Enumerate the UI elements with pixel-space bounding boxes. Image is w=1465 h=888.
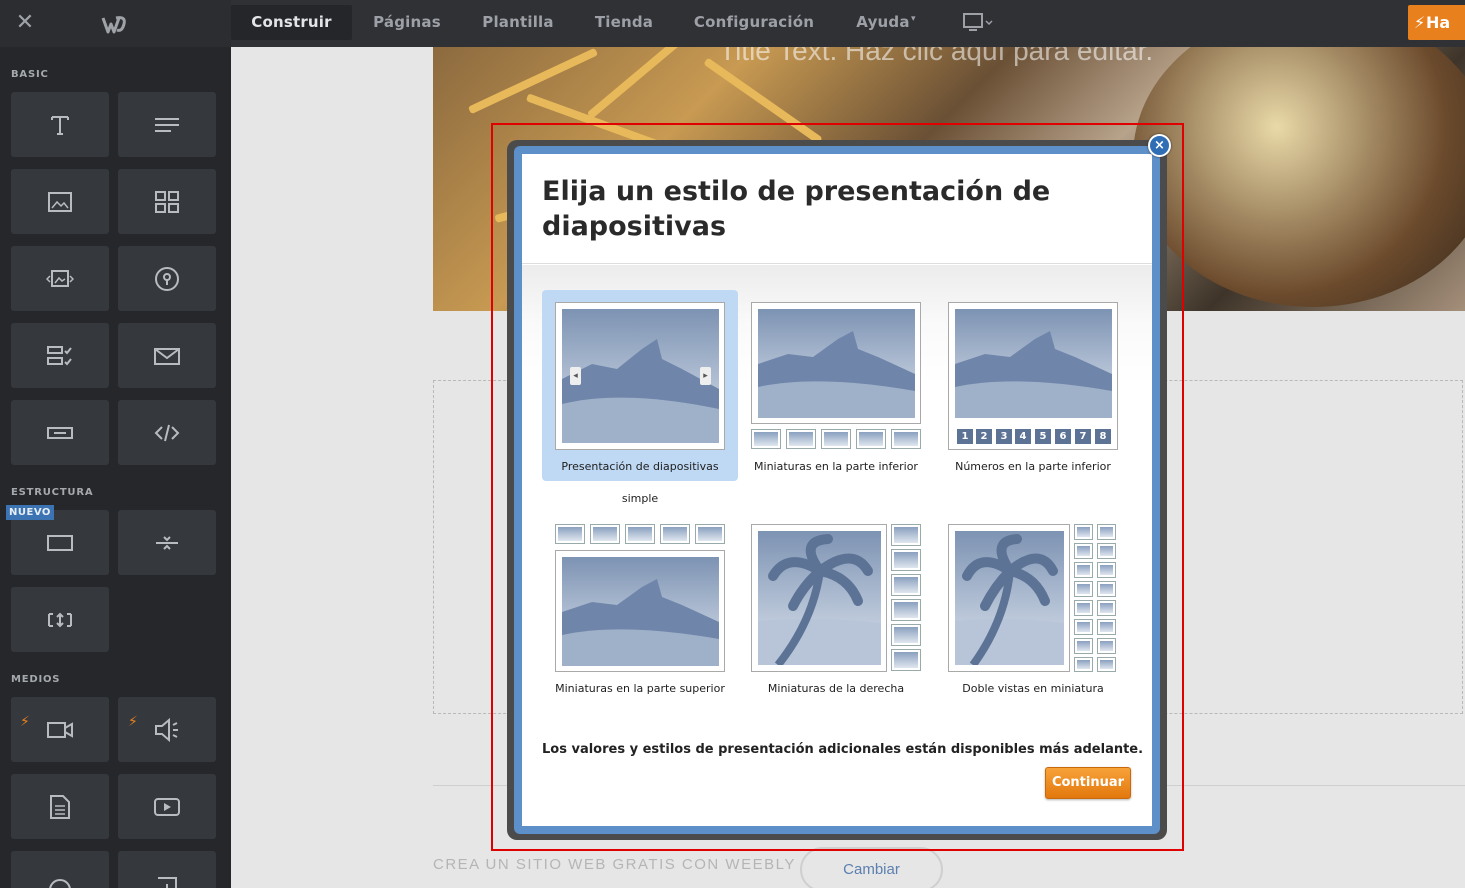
tab-paginas[interactable]: Páginas (366, 5, 448, 40)
contact-element-tile[interactable] (118, 323, 216, 388)
paragraph-icon (155, 117, 179, 132)
tab-configuracion[interactable]: Configuración (690, 5, 818, 40)
tab-plantilla[interactable]: Plantilla (476, 5, 560, 40)
tab-tienda[interactable]: Tienda (590, 5, 658, 40)
map-pin-icon (155, 266, 179, 291)
highlight-rectangle (491, 123, 1184, 851)
chevron-down-icon: ▾ (911, 14, 916, 24)
file-download-icon (158, 876, 177, 888)
video-icon (47, 721, 73, 738)
divider-element-tile[interactable] (118, 510, 216, 575)
change-button[interactable]: Cambiar (800, 847, 943, 888)
play-icon (154, 797, 180, 816)
desktop-preview-icon[interactable] (962, 12, 994, 34)
image-element-tile[interactable] (11, 169, 109, 234)
flash-element-tile[interactable] (11, 851, 109, 888)
file-download-element-tile[interactable] (118, 851, 216, 888)
document-element-tile[interactable] (11, 774, 109, 839)
close-editor-icon[interactable]: ✕ (13, 11, 37, 35)
top-bar: ✕ Construir Páginas Plantilla Tienda Con… (0, 0, 1465, 47)
code-icon (154, 424, 180, 441)
upgrade-button[interactable]: ⚡ Ha (1408, 5, 1465, 40)
spacer-element-tile[interactable] (11, 587, 109, 652)
form-element-tile[interactable] (11, 323, 109, 388)
section-media-label: MEDIOS (11, 674, 61, 685)
spacer-icon (48, 612, 72, 627)
new-badge: NUEVO (6, 505, 54, 520)
premium-bolt-icon: ⚡ (20, 714, 30, 730)
image-icon (48, 191, 72, 212)
youtube-element-tile[interactable] (118, 774, 216, 839)
section-structure-label: ESTRUCTURA (11, 487, 94, 498)
tab-construir[interactable]: Construir (231, 5, 352, 40)
gallery-element-tile[interactable] (118, 169, 216, 234)
section-basic-label: BASIC (11, 69, 49, 80)
tab-ayuda[interactable]: Ayuda (852, 5, 914, 40)
lightning-icon: ⚡ (1414, 13, 1426, 32)
divider-icon (156, 535, 178, 550)
gallery-icon (155, 190, 179, 213)
document-icon (50, 794, 70, 819)
form-icon (47, 345, 72, 365)
button-element-tile[interactable] (11, 400, 109, 465)
text-icon (51, 115, 69, 135)
flash-icon (49, 878, 71, 888)
premium-bolt-icon: ⚡ (128, 714, 138, 730)
hero-title[interactable]: Title Text. Haz clic aquí para editar. (719, 47, 1153, 67)
speaker-icon (155, 717, 178, 742)
paragraph-element-tile[interactable] (118, 92, 216, 157)
slideshow-icon (46, 269, 74, 287)
button-icon (47, 426, 73, 439)
section-icon (47, 534, 73, 551)
slideshow-element-tile[interactable] (11, 246, 109, 311)
embed-code-element-tile[interactable] (118, 400, 216, 465)
weebly-logo-icon[interactable] (100, 10, 128, 38)
envelope-icon (154, 347, 180, 365)
footer-text: CREA UN SITIO WEB GRATIS CON WEEBLY (433, 856, 796, 873)
text-element-tile[interactable] (11, 92, 109, 157)
map-element-tile[interactable] (118, 246, 216, 311)
upgrade-label: Ha (1426, 13, 1451, 32)
